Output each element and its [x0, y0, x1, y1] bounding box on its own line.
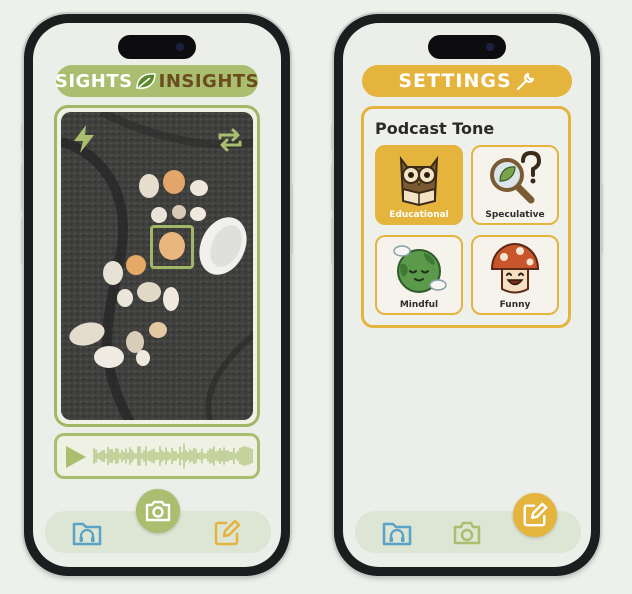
audio-waveform [93, 443, 253, 469]
podcast-folder-icon[interactable] [71, 519, 103, 551]
podcast-tone-title: Podcast Tone [375, 119, 495, 138]
brand-word-insights: INSIGHTS [158, 70, 260, 92]
capture-camera-button[interactable] [136, 489, 180, 533]
volume-down-button [21, 218, 24, 264]
laughing-mushroom-icon [490, 242, 540, 294]
focus-box [150, 225, 194, 269]
volume-up-button [331, 164, 334, 210]
camera-icon[interactable] [451, 519, 483, 551]
tone-card-speculative[interactable]: Speculative [471, 145, 559, 225]
tone-label: Educational [389, 210, 449, 220]
tone-label: Funny [499, 300, 531, 310]
switch-camera-icon[interactable] [217, 126, 243, 158]
calm-earth-icon [393, 245, 447, 293]
audio-player[interactable] [54, 433, 260, 479]
camera-icon [145, 500, 171, 522]
edit-icon[interactable] [213, 519, 241, 551]
camera-screen: SIGHTS INSIGHTS [33, 23, 281, 567]
side-button [331, 124, 334, 150]
camera-preview-frame [54, 105, 260, 427]
volume-down-button [331, 218, 334, 264]
camera-viewfinder[interactable] [61, 112, 253, 420]
wrench-icon [516, 71, 536, 91]
edit-icon [523, 502, 548, 527]
tone-card-funny[interactable]: Funny [471, 235, 559, 315]
tone-label: Speculative [485, 210, 545, 220]
owl-reading-icon [399, 155, 439, 207]
settings-title: SETTINGS [398, 70, 512, 92]
dynamic-island [118, 35, 196, 59]
magnifier-question-icon [490, 151, 542, 204]
volume-up-button [21, 164, 24, 210]
power-button [600, 184, 603, 254]
tone-card-mindful[interactable]: Mindful [375, 235, 463, 315]
play-icon[interactable] [63, 445, 87, 473]
podcast-folder-icon[interactable] [381, 519, 413, 551]
leaf-icon [135, 72, 157, 90]
brand-word-sights: SIGHTS [54, 70, 133, 92]
tone-label: Mindful [399, 300, 439, 310]
podcast-tone-panel: Podcast Tone Educational Speculative Min… [361, 106, 571, 328]
app-title-banner: SIGHTS INSIGHTS [54, 65, 260, 97]
settings-header: SETTINGS [362, 65, 572, 97]
phone-settings-screen: SETTINGS Podcast Tone Educational Specul… [331, 14, 603, 576]
settings-screen: SETTINGS Podcast Tone Educational Specul… [343, 23, 591, 567]
power-button [290, 184, 293, 254]
tone-card-educational[interactable]: Educational [375, 145, 463, 225]
edit-fab-button[interactable] [513, 493, 557, 537]
side-button [21, 124, 24, 150]
flash-icon[interactable] [71, 124, 97, 158]
phone-camera-screen: SIGHTS INSIGHTS [21, 14, 293, 576]
dynamic-island [428, 35, 506, 59]
